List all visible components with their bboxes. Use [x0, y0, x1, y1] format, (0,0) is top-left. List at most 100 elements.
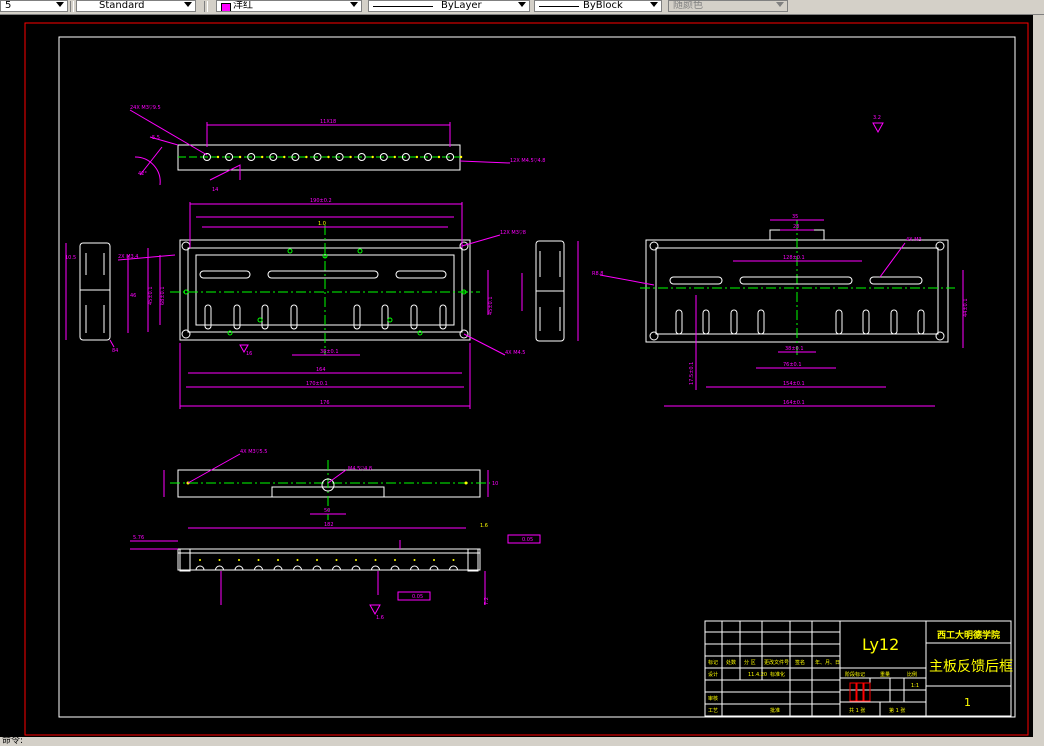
section-mark	[199, 559, 201, 561]
toolbar-separator	[204, 1, 208, 12]
linetype-sample-icon	[373, 6, 433, 7]
right-dim-35: 35	[792, 214, 798, 220]
col-fenqu: 分 区	[744, 659, 756, 666]
vertical-slot	[890, 309, 898, 335]
chevron-down-icon[interactable]	[350, 2, 358, 7]
mount-hole	[387, 317, 393, 323]
section-mark	[335, 559, 338, 561]
dimstyle-dropdown[interactable]: 5	[0, 0, 68, 12]
weight-label: 重量	[880, 671, 890, 678]
strip-hole-small	[283, 155, 286, 159]
sheet-border	[24, 22, 1029, 736]
dim-38: 38±0.1	[320, 349, 339, 355]
drawing-number: 1	[964, 696, 971, 709]
col-chushu: 处数	[726, 659, 736, 666]
section-hole	[195, 565, 205, 571]
row-sheji-date: 11.4.20	[748, 672, 767, 678]
plotstyle-dropdown: 随颜色	[668, 0, 788, 12]
bottom-dim-50: 50	[324, 508, 330, 514]
section-mark	[433, 559, 435, 561]
textstyle-value: Standard	[99, 0, 145, 11]
textstyle-dropdown[interactable]: Standard	[76, 0, 196, 12]
top-strip-view: 11X18 24X M3▽9.5 12X M4.5▽4.8 5.5 42° 14	[129, 105, 545, 193]
strip-hole-small	[305, 155, 308, 159]
section-mark	[355, 559, 357, 561]
side-dim-105: 10.5	[65, 255, 76, 261]
section-mark	[257, 559, 260, 561]
section-mark	[374, 559, 377, 561]
section-hole	[293, 565, 302, 571]
row-biaozhunhua: 标准化	[770, 671, 785, 678]
right-dim-17: 17.5±0.1	[689, 362, 695, 385]
right-top-view: 164±0.1 154±0.1 76±0.1 38±0.1 128±0.1 35…	[592, 115, 969, 407]
dim-164: 164	[316, 367, 326, 373]
right-dim-28: 28	[793, 224, 799, 230]
dim-14: 14	[212, 187, 218, 193]
command-prompt: 命令:	[2, 736, 24, 746]
right-dim-76: 76±0.1	[783, 362, 802, 368]
lineweight-value: ByBlock	[583, 0, 623, 11]
sheet-total: 共 1 张	[849, 707, 865, 714]
strip-hole-small	[216, 155, 220, 159]
color-dropdown[interactable]: 洋红	[216, 0, 362, 12]
mount-hole	[357, 248, 363, 254]
dim-h1: 45±0.1	[148, 286, 154, 305]
bottom-rough: 1.6	[376, 615, 384, 621]
section-mark	[238, 559, 240, 561]
vertical-slot	[757, 309, 765, 335]
dim-h2: 68±0.1	[160, 286, 166, 305]
section-hole	[410, 565, 419, 571]
strip-holes-label: 24X M3▽9.5	[130, 105, 161, 111]
col-wenjian: 更改文件号	[764, 659, 789, 666]
properties-toolbar: 5 Standard 洋红 ByLayer ByBlock 随颜色	[0, 0, 1044, 15]
roughness-32: 3.2	[873, 115, 881, 121]
dimstyle-value: 5	[5, 0, 12, 11]
angle-dim-5: 5.5	[152, 135, 160, 141]
drawing-svg[interactable]: 11X18 24X M3▽9.5 12X M4.5▽4.8 5.5 42° 14…	[0, 15, 1033, 737]
strip-callout-label: 12X M4.5▽4.8	[510, 158, 545, 164]
bottom-top-view: 182 50 4X M3▽5.5 M4.5▽4.8 10	[163, 449, 498, 529]
chevron-down-icon[interactable]	[56, 2, 64, 7]
bottom-callout-m3: 4X M3▽5.5	[240, 449, 268, 455]
part-name: 主板反馈后框	[929, 659, 1013, 675]
lineweight-dropdown[interactable]: ByBlock	[534, 0, 662, 12]
title-block: Ly12 西工大明德学院 主板反馈后框 1 1:1 共 1 张 第 1 张 标记…	[704, 620, 1013, 717]
right-dim-164: 164±0.1	[783, 400, 805, 406]
linetype-value: ByLayer	[441, 0, 482, 11]
col-riqi: 年、月、日	[815, 659, 840, 666]
bottom-dim-h: 7.2	[484, 597, 490, 605]
bottom-dim-576: 5.76	[133, 535, 144, 541]
drawing-canvas[interactable]: 11X18 24X M3▽9.5 12X M4.5▽4.8 5.5 42° 14…	[0, 15, 1033, 737]
main-callout-right: 12X M3▽8	[500, 230, 526, 236]
chevron-down-icon[interactable]	[184, 2, 192, 7]
mount-hole	[287, 248, 293, 254]
section-hole	[273, 565, 283, 571]
vertical-scrollbar[interactable]	[1033, 15, 1044, 737]
vertical-slot	[675, 309, 683, 335]
strip-hole-small	[238, 155, 242, 159]
main-callout-r2: 4X M4.5	[505, 350, 525, 356]
stage-mark: 阶段标记	[845, 671, 865, 678]
col-qianming: 签名	[795, 659, 805, 666]
plotstyle-value: 随颜色	[673, 0, 703, 11]
scale-label: 比例	[907, 671, 917, 678]
command-line[interactable]: 命令:	[0, 737, 1044, 746]
bottom-dim-182: 182	[324, 522, 334, 528]
section-hole	[390, 565, 400, 571]
section-mark	[452, 559, 455, 561]
linetype-dropdown[interactable]: ByLayer	[368, 0, 530, 12]
rough-16: 16	[246, 351, 252, 357]
row-pizhun: 批准	[770, 707, 780, 714]
strip-hole-small	[371, 155, 374, 159]
right-callout: 4X M3	[906, 237, 922, 243]
flatness-2: 0.05	[412, 594, 423, 600]
dim-170: 170±0.1	[306, 381, 328, 387]
drawing-frame	[58, 36, 1016, 718]
section-mark	[277, 559, 279, 561]
chevron-down-icon[interactable]	[518, 2, 526, 7]
chevron-down-icon[interactable]	[650, 2, 658, 7]
strip-hole-small	[415, 155, 419, 159]
row-gongyi: 工艺	[708, 708, 718, 714]
right-dim-h: 44±0.1	[963, 298, 969, 317]
col-biaoji: 标记	[708, 659, 718, 666]
